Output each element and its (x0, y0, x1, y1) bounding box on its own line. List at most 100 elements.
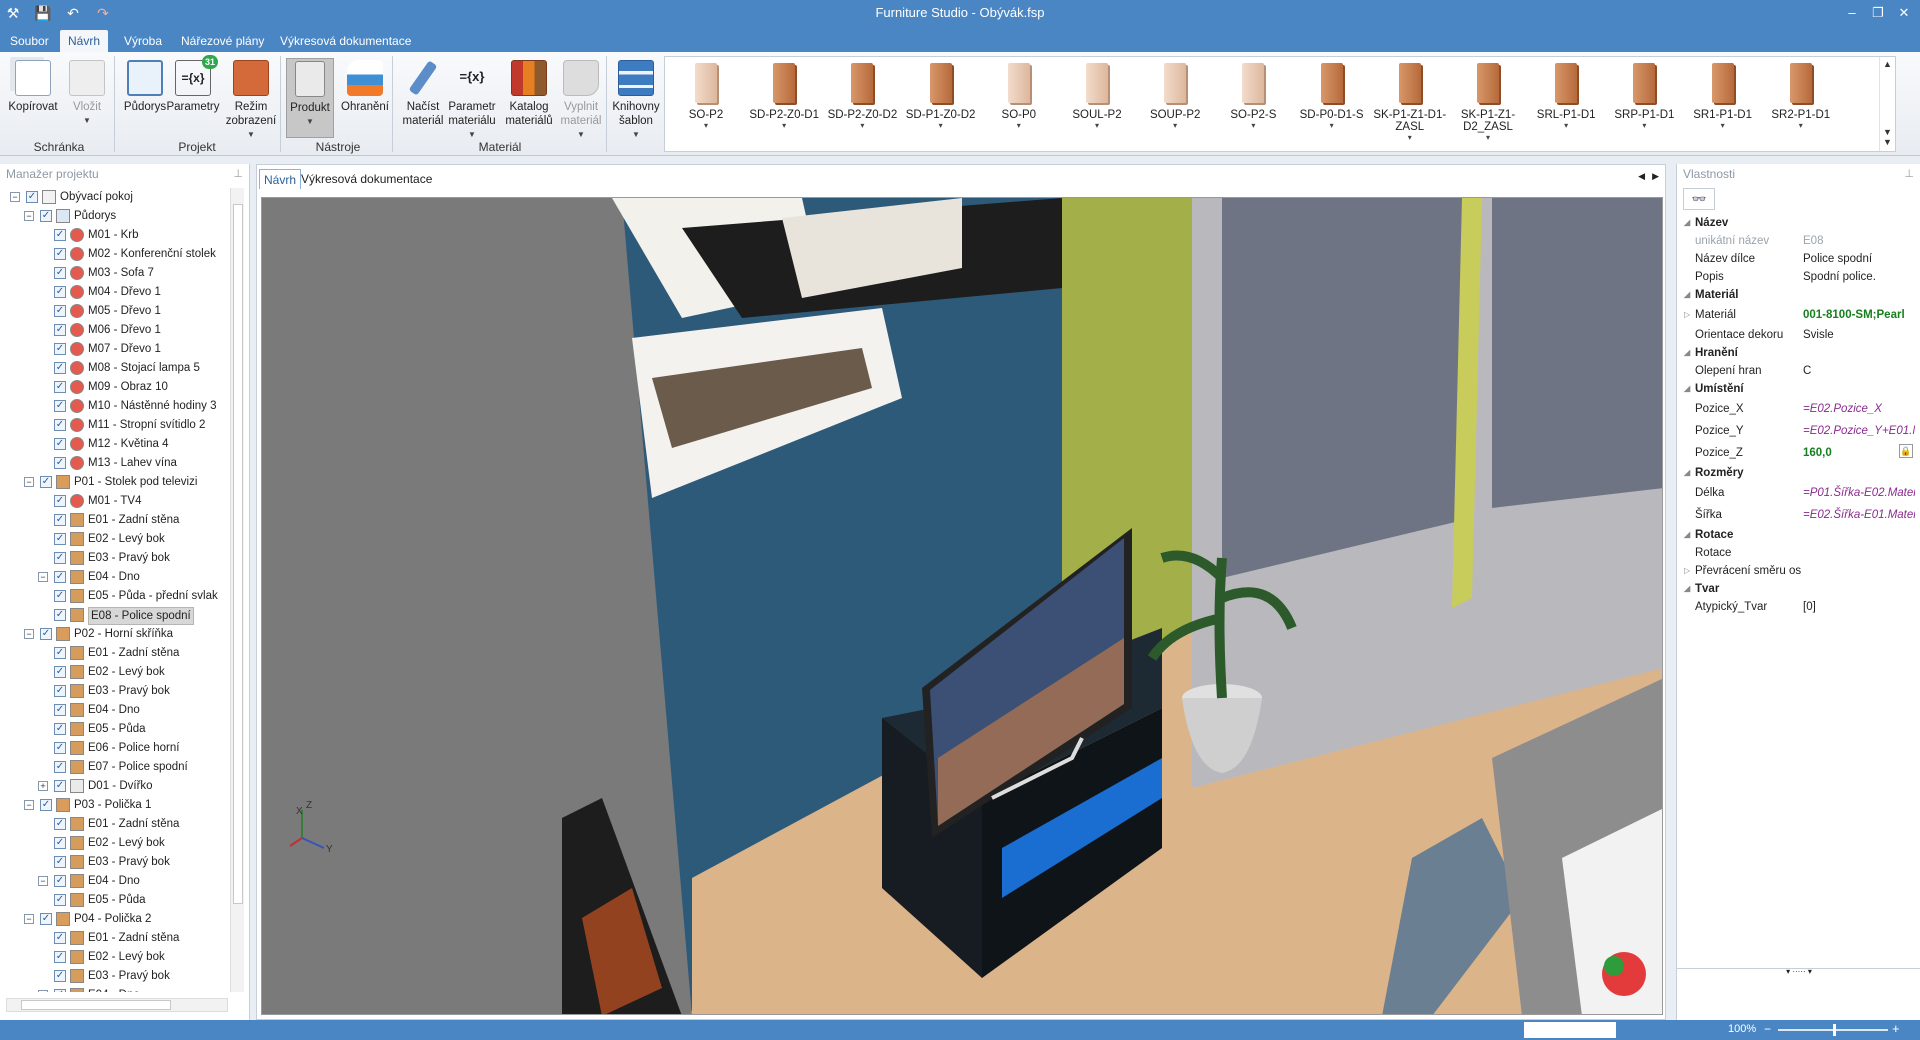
tree-item[interactable]: ✓ M09 - Obraz 10 (4, 378, 230, 397)
property-row[interactable]: ▷ Převrácení směru os (1681, 562, 1917, 580)
property-value[interactable]: C (1803, 362, 1915, 380)
checkbox[interactable]: ✓ (54, 533, 66, 545)
checkbox[interactable]: ✓ (54, 571, 66, 583)
cabinet-template-item[interactable]: SRL-P1-D1 ▾ (1529, 63, 1603, 145)
property-row[interactable]: Pozice_Z 160,0 🔒 (1681, 442, 1917, 464)
checkbox[interactable]: ✓ (54, 761, 66, 773)
property-value[interactable]: =E02.Pozice_Y+E01.M (1803, 420, 1915, 442)
tree-item[interactable]: ✓ M13 - Lahev vína (4, 454, 230, 473)
restore-icon[interactable]: ❐ (1868, 3, 1888, 23)
checkbox[interactable]: ✓ (54, 647, 66, 659)
gallery-expand-icon[interactable]: ▼ (1880, 137, 1895, 147)
checkbox[interactable]: ✓ (54, 685, 66, 697)
checkbox[interactable]: ✓ (54, 343, 66, 355)
cabinet-template-item[interactable]: SO-P2 ▾ (669, 63, 743, 145)
tree-item[interactable]: ✓ E05 - Půda (4, 720, 230, 739)
checkbox[interactable]: ✓ (54, 229, 66, 241)
tree-vertical-scrollbar[interactable] (230, 188, 244, 992)
property-section[interactable]: ◢ Hranění (1681, 344, 1917, 362)
property-row[interactable]: Orientace dekoru Svisle (1681, 326, 1917, 344)
tab-scroll-right-icon[interactable]: ▶ (1652, 171, 1659, 182)
collapse-icon[interactable]: − (24, 914, 34, 924)
checkbox[interactable]: ✓ (54, 419, 66, 431)
tree-item[interactable]: ✓ M10 - Nástěnné hodiny 3 (4, 397, 230, 416)
tab-vyroba[interactable]: Výroba (116, 30, 170, 52)
tree-item[interactable]: ✓ E05 - Půda (4, 891, 230, 910)
checkbox[interactable]: ✓ (40, 628, 52, 640)
property-section[interactable]: ◢ Rotace (1681, 526, 1917, 544)
splitter-handle[interactable]: ▾ ····· ▾ (1677, 968, 1920, 976)
checkbox[interactable]: ✓ (54, 742, 66, 754)
tree-item[interactable]: ✓ M07 - Dřevo 1 (4, 340, 230, 359)
property-row[interactable]: Pozice_Y =E02.Pozice_Y+E01.M (1681, 420, 1917, 442)
cabinet-template-item[interactable]: SO-P2-S ▾ (1216, 63, 1290, 145)
product-button[interactable]: Produkt ▼ (286, 58, 334, 138)
collapse-icon[interactable]: ◢ (1684, 580, 1690, 598)
collapse-icon[interactable]: − (24, 477, 34, 487)
cabinet-template-item[interactable]: SR2-P1-D1 ▾ (1764, 63, 1838, 145)
material-parameter-button[interactable]: ={x} Parametr materiálu ▼ (442, 58, 502, 139)
cabinet-template-item[interactable]: SD-P2-Z0-D1 ▾ (747, 63, 821, 145)
tab-soubor[interactable]: Soubor (2, 30, 57, 52)
cabinet-template-item[interactable]: SD-P0-D1-S ▾ (1295, 63, 1369, 145)
checkbox[interactable]: ✓ (54, 837, 66, 849)
cabinet-template-item[interactable]: SRP-P1-D1 ▾ (1607, 63, 1681, 145)
close-icon[interactable]: ✕ (1894, 3, 1914, 23)
property-row[interactable]: Rotace (1681, 544, 1917, 562)
collapse-icon[interactable]: − (24, 211, 34, 221)
checkbox[interactable]: ✓ (54, 400, 66, 412)
tree-item[interactable]: − ✓ P01 - Stolek pod televizi (4, 473, 230, 492)
zoom-out-icon[interactable]: − (1764, 1022, 1771, 1036)
minimize-icon[interactable]: – (1842, 3, 1862, 23)
zoom-slider[interactable] (1778, 1024, 1888, 1036)
lock-icon[interactable]: 🔒 (1899, 444, 1913, 458)
property-row[interactable]: Olepení hran C (1681, 362, 1917, 380)
tree-item[interactable]: ✓ M11 - Stropní svítidlo 2 (4, 416, 230, 435)
property-row[interactable]: Popis Spodní police. (1681, 268, 1917, 286)
property-section[interactable]: ◢ Tvar (1681, 580, 1917, 598)
tree-item[interactable]: ✓ M01 - Krb (4, 226, 230, 245)
cabinet-template-item[interactable]: SOUP-P2 ▾ (1138, 63, 1212, 145)
property-section[interactable]: ◢ Rozměry (1681, 464, 1917, 482)
checkbox[interactable]: ✓ (54, 932, 66, 944)
checkbox[interactable]: ✓ (54, 970, 66, 982)
checkbox[interactable]: ✓ (40, 210, 52, 222)
tree-item[interactable]: − ✓ Obývací pokoj (4, 188, 230, 207)
tab-vykresova-dokumentace-view[interactable]: Výkresová dokumentace (297, 169, 436, 189)
collapse-icon[interactable]: − (38, 876, 48, 886)
tree-item[interactable]: −✓E04 - Dno (4, 568, 230, 587)
tree-item[interactable]: − ✓ P03 - Polička 1 (4, 796, 230, 815)
tree-item[interactable]: − ✓ Půdorys (4, 207, 230, 226)
paste-button[interactable]: Vložit ▼ (58, 58, 116, 138)
tree-item[interactable]: ✓ M12 - Květina 4 (4, 435, 230, 454)
checkbox[interactable]: ✓ (54, 286, 66, 298)
tree-item[interactable]: ✓ E01 - Zadní stěna (4, 929, 230, 948)
checkbox[interactable]: ✓ (40, 476, 52, 488)
checkbox[interactable]: ✓ (54, 780, 66, 792)
collapse-icon[interactable]: − (10, 192, 20, 202)
material-catalog-button[interactable]: Katalog materiálů (500, 58, 558, 138)
zoom-slider-thumb[interactable] (1833, 1024, 1836, 1036)
checkbox[interactable]: ✓ (54, 894, 66, 906)
property-value[interactable]: Svisle (1803, 326, 1915, 344)
cabinet-template-item[interactable]: SO-P0 ▾ (982, 63, 1056, 145)
pin-icon[interactable]: ⊥ (233, 164, 243, 184)
zoom-in-icon[interactable]: + (1892, 1021, 1900, 1036)
property-value[interactable]: =E02.Pozice_X (1803, 398, 1915, 420)
checkbox[interactable]: ✓ (54, 267, 66, 279)
tree-horizontal-scrollbar[interactable] (6, 998, 228, 1012)
checkbox[interactable]: ✓ (54, 704, 66, 716)
cabinet-template-item[interactable]: SOUL-P2 ▾ (1060, 63, 1134, 145)
collapse-icon[interactable]: ◢ (1684, 526, 1690, 544)
edging-button[interactable]: Ohranění (336, 58, 394, 138)
property-value[interactable]: [0] (1803, 598, 1915, 616)
expand-icon[interactable]: ▷ (1684, 562, 1690, 580)
tab-vykresova-dokumentace[interactable]: Výkresová dokumentace (272, 30, 419, 52)
status-input[interactable] (1524, 1022, 1616, 1038)
checkbox[interactable]: ✓ (54, 951, 66, 963)
3d-viewport[interactable]: X Z Y (261, 197, 1663, 1015)
tree-item[interactable]: −✓E04 - Dno (4, 986, 230, 992)
tree-item[interactable]: ✓ M03 - Sofa 7 (4, 264, 230, 283)
checkbox[interactable]: ✓ (54, 514, 66, 526)
checkbox[interactable]: ✓ (54, 381, 66, 393)
